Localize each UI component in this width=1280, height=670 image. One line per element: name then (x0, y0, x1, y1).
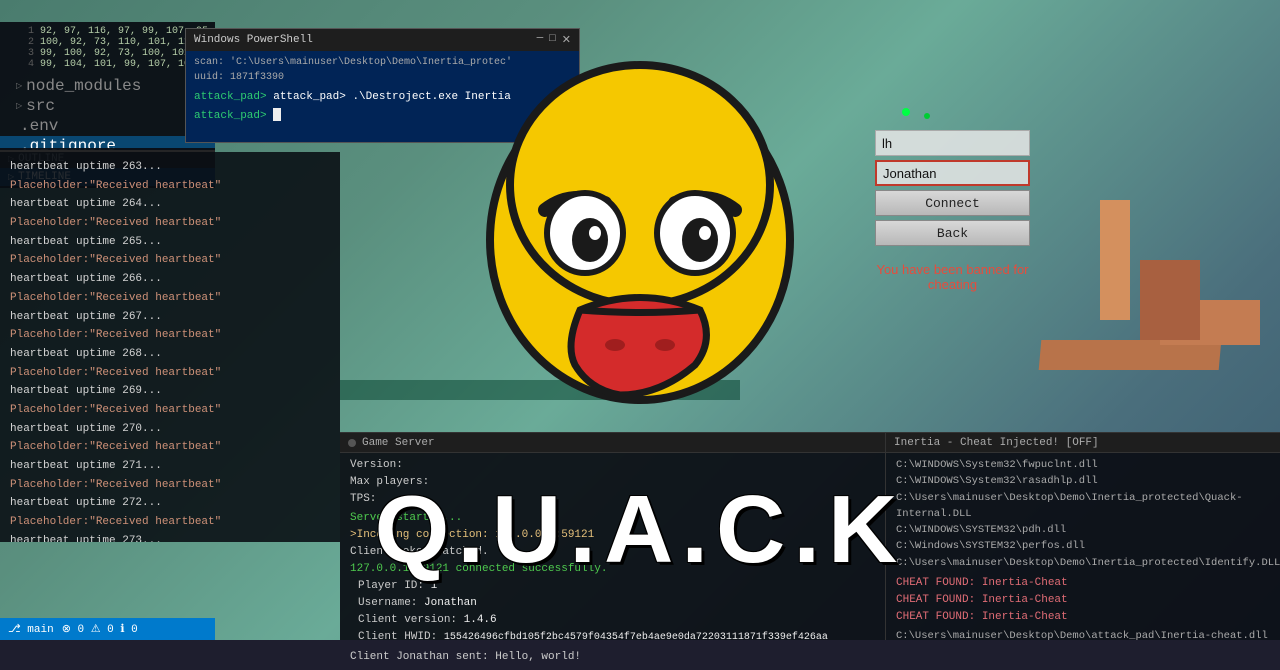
heartbeat-264: heartbeat uptime 264...Placeholder:"Rece… (10, 195, 330, 232)
heartbeat-272: heartbeat uptime 272...Placeholder:"Rece… (10, 494, 330, 531)
cheat-content: C:\WINDOWS\System32\fwpuclnt.dll C:\WIND… (886, 453, 1280, 648)
heartbeat-270: heartbeat uptime 270...Placeholder:"Rece… (10, 420, 330, 457)
powershell-title: Windows PowerShell (194, 34, 313, 46)
minimize-button[interactable]: ─ (537, 33, 544, 47)
code-line: 499, 104, 101, 99, 107, 105, 110, 103, 1… (0, 59, 215, 70)
cheat-path-5: C:\Windows\SYSTEM32\perfos.dll (896, 538, 1270, 554)
heartbeat-265: heartbeat uptime 265...Placeholder:"Rece… (10, 233, 330, 270)
heartbeat-267: heartbeat uptime 267...Placeholder:"Rece… (10, 308, 330, 345)
close-button[interactable]: ✕ (562, 33, 571, 47)
cheat-titlebar: Inertia - Cheat Injected! [OFF] (886, 433, 1280, 453)
cheat-path-4: C:\WINDOWS\SYSTEM32\pdh.dll (896, 522, 1270, 538)
window-controls[interactable]: ─ □ ✕ (537, 33, 571, 47)
powershell-titlebar: Windows PowerShell ─ □ ✕ (186, 29, 579, 51)
error-count: ⊗ 0 ⚠ 0 ℹ 0 (62, 622, 138, 636)
cheat-panel: Inertia - Cheat Injected! [OFF] C:\WINDO… (885, 432, 1280, 640)
game-dot (902, 108, 910, 116)
cheat-path-3: C:\Users\mainuser\Desktop\Demo\Inertia_p… (896, 490, 1270, 523)
cheat-attack-path: C:\Users\mainuser\Desktop\Demo\attack_pa… (896, 628, 1270, 644)
code-line: 399, 100, 92, 73, 100, 101, 110, 116, 10… (0, 48, 215, 59)
code-editor-panel: 192, 97, 116, 97, 99, 107, 95, 112, 97, … (0, 22, 215, 152)
heartbeat-263: heartbeat uptime 263...Placeholder:"Rece… (10, 158, 330, 195)
server-sent: Client Jonathan sent: Hello, world! (350, 649, 875, 666)
cheat-title: Inertia - Cheat Injected! [OFF] (894, 437, 1099, 449)
server-client-version: Client version: 1.4.6 (350, 612, 875, 629)
status-bar: ⎇ main ⊗ 0 ⚠ 0 ℹ 0 (0, 618, 215, 640)
server-version: Version: (350, 457, 875, 474)
back-button[interactable]: Back (875, 220, 1030, 246)
game-block (1140, 260, 1200, 340)
duck-svg (450, 55, 830, 425)
heartbeat-271: heartbeat uptime 271...Placeholder:"Rece… (10, 457, 330, 494)
heartbeat-273: heartbeat uptime 273...Placeholder:"Rece… (10, 532, 330, 542)
cheat-path-6: C:\Users\mainuser\Desktop\Demo\Inertia_p… (896, 555, 1270, 571)
code-line: 2100, 92, 73, 110, 101, 114, 116, 105, 9… (0, 37, 215, 48)
cheat-found-2: CHEAT FOUND: Inertia-Cheat (896, 592, 1270, 609)
tree-env[interactable]: .env (0, 116, 215, 136)
cheat-path-1: C:\WINDOWS\System32\fwpuclnt.dll (896, 457, 1270, 473)
tree-node-modules[interactable]: ▷node_modules (0, 76, 215, 96)
game-login-ui: Connect Back You have been banned forche… (875, 130, 1030, 292)
heartbeat-269: heartbeat uptime 269...Placeholder:"Rece… (10, 382, 330, 419)
heartbeat-268: heartbeat uptime 268...Placeholder:"Rece… (10, 345, 330, 382)
username-input[interactable] (875, 160, 1030, 186)
cheat-path-2: C:\WINDOWS\System32\rasadhlp.dll (896, 473, 1270, 489)
game-dot (924, 113, 930, 119)
heartbeat-266: heartbeat uptime 266...Placeholder:"Rece… (10, 270, 330, 307)
server-dot (348, 439, 356, 447)
heartbeat-panel: heartbeat uptime 263...Placeholder:"Rece… (0, 152, 340, 542)
server-hwid: Client HWID: 155426496cfbd105f2bc4579f04… (350, 629, 875, 646)
server-title: Game Server (362, 437, 435, 449)
maximize-button[interactable]: □ (549, 33, 556, 47)
game-block (1100, 200, 1130, 320)
code-line: 192, 97, 116, 97, 99, 107, 95, 112, 97, (0, 26, 215, 37)
server-username: Username: Jonathan (350, 595, 875, 612)
cheat-found-1: CHEAT FOUND: Inertia-Cheat (896, 575, 1270, 592)
connect-button[interactable]: Connect (875, 190, 1030, 216)
git-branch: ⎇ main (8, 622, 54, 636)
duck-mascot (450, 55, 830, 425)
server-titlebar: Game Server (340, 433, 885, 453)
cheat-found-3: CHEAT FOUND: Inertia-Cheat (896, 609, 1270, 626)
quack-logo: Q.U.A.C.K (375, 475, 906, 585)
ip-input[interactable] (875, 130, 1030, 156)
tree-src[interactable]: ▷src (0, 96, 215, 116)
ban-message: You have been banned forcheating (876, 262, 1028, 292)
